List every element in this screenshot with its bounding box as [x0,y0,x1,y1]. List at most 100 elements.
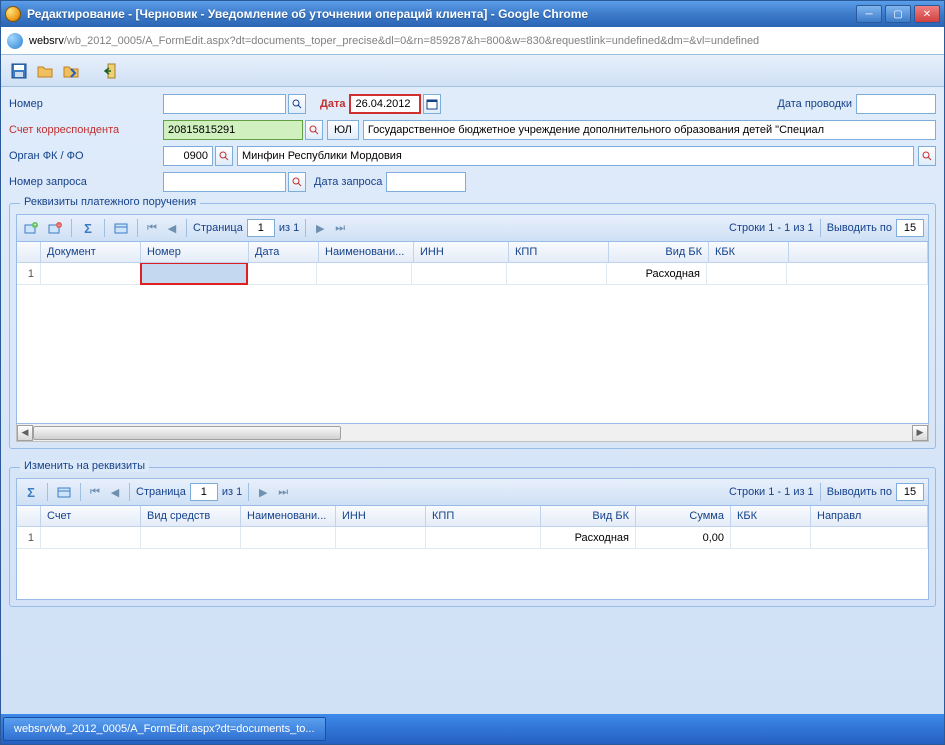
change-details-legend: Изменить на реквизиты [20,460,149,472]
globe-icon [7,33,23,49]
grid2-col-direction[interactable]: Направл [811,506,928,526]
table-row[interactable]: 1 Расходная [17,263,928,285]
scroll-left-button[interactable]: ◀ [17,425,33,441]
grid1-page-of: из 1 [279,222,299,234]
grid2-refresh-button[interactable] [54,482,74,502]
scroll-right-button[interactable]: ▶ [912,425,928,441]
request-date-label: Дата запроса [314,176,382,188]
grid2-per-page-input[interactable] [896,483,924,501]
number-lookup-button[interactable] [288,94,306,114]
grid2-prev-page-button[interactable]: ◀ [107,484,123,500]
grid1-col-inn[interactable]: ИНН [414,242,509,262]
grid1-cell-kbk [707,263,787,284]
grid1-page-input[interactable] [247,219,275,237]
table-row[interactable]: 1 Расходная 0,00 [17,527,928,549]
organ-lookup-button[interactable] [215,146,233,166]
grid2-body: 1 Расходная 0,00 [17,527,928,599]
grid1-cell-number[interactable] [140,263,248,285]
taskbar-item[interactable]: websrv/wb_2012_0005/A_FormEdit.aspx?dt=d… [3,717,326,741]
date-label: Дата [320,98,345,110]
grid1-sum-button[interactable]: Σ [78,218,98,238]
grid1-cell-kpp [507,263,607,284]
grid2-next-page-button[interactable]: ▶ [255,484,271,500]
payment-details-fieldset: Реквизиты платежного поручения + − Σ ⏮ ◀… [9,203,936,449]
save-button[interactable] [9,61,29,81]
corr-account-input[interactable] [163,120,303,140]
date-input[interactable] [349,94,421,114]
grid1-per-page-input[interactable] [896,219,924,237]
grid1-col-rownum[interactable] [17,242,41,262]
exit-button[interactable] [101,61,121,81]
close-button[interactable]: ✕ [914,5,940,23]
grid1-col-vidbk[interactable]: Вид БК [609,242,709,262]
grid1-hscrollbar[interactable]: ◀ ▶ [16,424,929,442]
change-details-fieldset: Изменить на реквизиты Σ ⏮ ◀ Страница из … [9,467,936,607]
payment-details-legend: Реквизиты платежного поручения [20,196,200,208]
request-num-input[interactable] [163,172,286,192]
grid1-add-button[interactable]: + [21,218,41,238]
folder-button[interactable] [35,61,55,81]
date-calendar-button[interactable] [423,94,441,114]
corr-account-lookup-button[interactable] [305,120,323,140]
grid1-col-extra[interactable] [789,242,928,262]
grid1-col-document[interactable]: Документ [41,242,141,262]
grid1-cell-inn [412,263,507,284]
grid2-col-fundtype[interactable]: Вид средств [141,506,241,526]
grid2-col-kpp[interactable]: КПП [426,506,541,526]
grid1-cell-vidbk: Расходная [607,263,707,284]
request-date-input[interactable] [386,172,466,192]
minimize-button[interactable]: ─ [856,5,882,23]
grid2-col-vidbk[interactable]: Вид БК [541,506,636,526]
grid2-toolbar: Σ ⏮ ◀ Страница из 1 ▶ ⏭ Строки 1 - 1 из … [16,478,929,506]
folder-arrow-button[interactable] [61,61,81,81]
grid1-col-kpp[interactable]: КПП [509,242,609,262]
grid1-cell-date [247,263,317,284]
grid1: Документ Номер Дата Наименовани... ИНН К… [16,242,929,424]
grid2-cell-sum: 0,00 [636,527,731,548]
grid2-first-page-button[interactable]: ⏮ [87,484,103,500]
grid2-last-page-button[interactable]: ⏭ [275,484,291,500]
grid1-next-page-button[interactable]: ▶ [312,220,328,236]
grid1-col-date[interactable]: Дата [249,242,319,262]
grid2-col-sum[interactable]: Сумма [636,506,731,526]
grid2-col-kbk[interactable]: КБК [731,506,811,526]
grid1-page-label: Страница [193,222,243,234]
grid1-delete-button[interactable]: − [45,218,65,238]
grid1-rows-info: Строки 1 - 1 из 1 [729,222,814,234]
grid1-refresh-button[interactable] [111,218,131,238]
posting-date-input[interactable] [856,94,936,114]
grid2-col-rownum[interactable] [17,506,41,526]
grid1-col-kbk[interactable]: КБК [709,242,789,262]
legal-entity-button[interactable]: ЮЛ [327,120,359,140]
app-icon [5,6,21,22]
organ-label: Орган ФК / ФО [9,150,159,162]
grid2-col-account[interactable]: Счет [41,506,141,526]
organ-name-lookup-button[interactable] [918,146,936,166]
svg-text:−: − [57,223,61,229]
grid2-page-label: Страница [136,486,186,498]
grid1-first-page-button[interactable]: ⏮ [144,220,160,236]
grid2-col-inn[interactable]: ИНН [336,506,426,526]
grid2-page-input[interactable] [190,483,218,501]
main-toolbar [1,55,944,87]
grid1-prev-page-button[interactable]: ◀ [164,220,180,236]
request-num-lookup-button[interactable] [288,172,306,192]
grid1-last-page-button[interactable]: ⏭ [332,220,348,236]
grid2-col-name[interactable]: Наименовани... [241,506,336,526]
scroll-thumb[interactable] [33,426,341,440]
svg-text:+: + [33,223,37,229]
window-title: Редактирование - [Черновик - Уведомление… [27,7,856,21]
grid2-header: Счет Вид средств Наименовани... ИНН КПП … [17,506,928,527]
grid2-sum-button[interactable]: Σ [21,482,41,502]
maximize-button[interactable]: ▢ [885,5,911,23]
grid1-col-name[interactable]: Наименовани... [319,242,414,262]
grid1-cell-name [317,263,412,284]
organ-name-display: Минфин Республики Мордовия [237,146,914,166]
grid2-cell-vidbk: Расходная [541,527,636,548]
grid1-body: 1 Расходная [17,263,928,423]
organ-code-input[interactable] [163,146,213,166]
window-titlebar: Редактирование - [Черновик - Уведомление… [1,1,944,27]
grid1-col-number[interactable]: Номер [141,242,249,262]
number-input[interactable] [163,94,286,114]
address-bar[interactable]: websrv/wb_2012_0005/A_FormEdit.aspx?dt=d… [1,27,944,55]
